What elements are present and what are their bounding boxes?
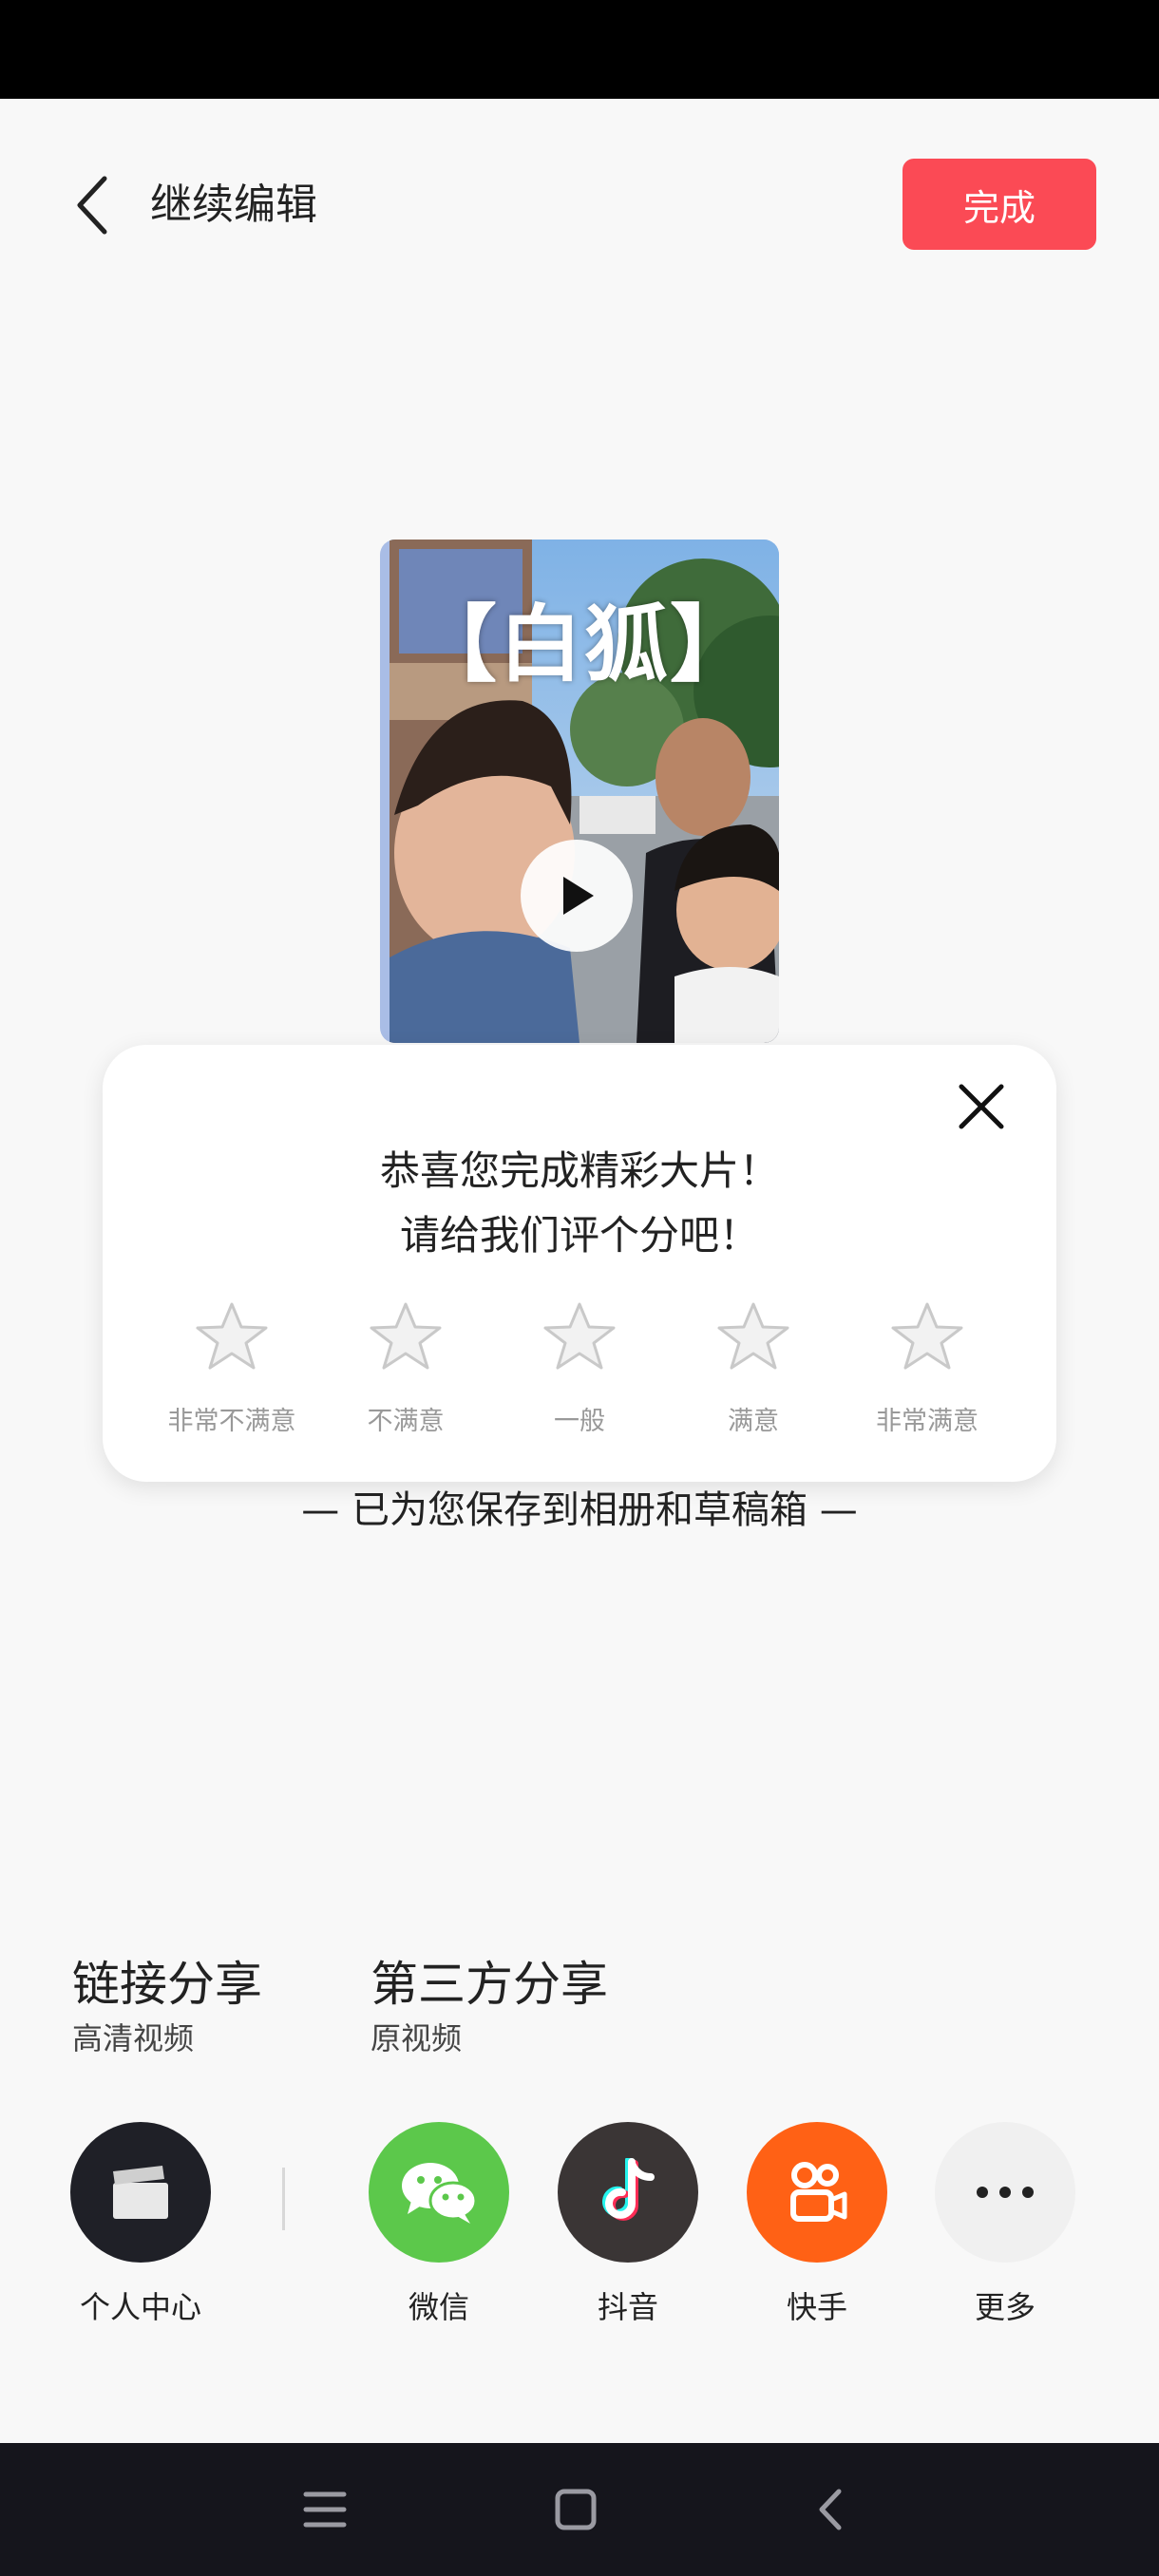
- video-thumbnail[interactable]: 【白狐】: [380, 540, 779, 1043]
- star-icon: [891, 1302, 963, 1370]
- link-share-subtitle: 高清视频: [72, 2020, 195, 2056]
- share-label-more: 更多: [974, 2289, 1036, 2325]
- back-button[interactable]: [66, 169, 120, 241]
- wechat-icon: [402, 2163, 478, 2224]
- rating-option-very-unsatisfied[interactable]: 非常不满意: [137, 1301, 327, 1437]
- share-wechat-button[interactable]: [369, 2122, 509, 2263]
- rating-option-label: 一般: [554, 1407, 605, 1436]
- rating-option-label: 满意: [728, 1407, 779, 1436]
- status-bar: [0, 0, 1159, 99]
- star-icon: [543, 1302, 616, 1370]
- video-overlay-title: 【白狐】: [412, 596, 755, 693]
- saved-message: — 已为您保存到相册和草稿箱 —: [301, 1488, 858, 1532]
- rating-option-satisfied[interactable]: 满意: [658, 1301, 848, 1437]
- share-label-kuaishou: 快手: [786, 2289, 847, 2325]
- share-kuaishou-button[interactable]: [747, 2122, 887, 2263]
- done-button[interactable]: 完成: [902, 159, 1096, 250]
- share-label-wechat: 微信: [408, 2289, 469, 2325]
- rating-option-label: 非常不满意: [167, 1407, 296, 1436]
- nav-home-button[interactable]: [545, 2479, 606, 2540]
- clapperboard-icon: [113, 2166, 168, 2219]
- play-button[interactable]: [521, 840, 633, 952]
- kuaishou-icon: [790, 2162, 847, 2222]
- chevron-left-icon: [77, 176, 107, 235]
- more-icon: [977, 2187, 1034, 2198]
- star-icon: [196, 1302, 268, 1370]
- share-more-button[interactable]: [935, 2122, 1075, 2263]
- menu-icon: [303, 2491, 347, 2528]
- rating-option-label: 不满意: [367, 1407, 445, 1436]
- rating-prompt-text: 请给我们评个分吧！: [399, 1212, 759, 1259]
- close-icon: [959, 1084, 1004, 1129]
- share-douyin-button[interactable]: [558, 2122, 698, 2263]
- back-icon: [819, 2489, 842, 2530]
- rating-congrats-text: 恭喜您完成精彩大片！: [379, 1147, 779, 1194]
- rating-option-very-satisfied[interactable]: 非常满意: [832, 1301, 1022, 1437]
- nav-menu-button[interactable]: [294, 2479, 355, 2540]
- rating-option-neutral[interactable]: 一般: [484, 1301, 674, 1437]
- rating-stars: 非常不满意 不满意 一般 满意 非常满意: [103, 1301, 1056, 1463]
- rating-option-label: 非常满意: [876, 1407, 978, 1436]
- tiktok-icon: [602, 2158, 655, 2221]
- share-divider: [282, 2168, 285, 2230]
- third-party-share-subtitle: 原视频: [370, 2020, 463, 2056]
- close-dialog-button[interactable]: [946, 1071, 1016, 1142]
- share-label-personal-center: 个人中心: [79, 2289, 201, 2325]
- nav-back-button[interactable]: [800, 2479, 861, 2540]
- play-icon: [563, 877, 594, 915]
- third-party-share-title: 第三方分享: [370, 1957, 608, 2012]
- link-share-title: 链接分享: [72, 1957, 262, 2012]
- home-icon: [555, 2489, 597, 2530]
- star-icon: [370, 1302, 442, 1370]
- share-personal-center-button[interactable]: [70, 2122, 211, 2263]
- page-title: 继续编辑: [150, 180, 317, 229]
- rating-option-unsatisfied[interactable]: 不满意: [311, 1301, 501, 1437]
- star-icon: [717, 1302, 789, 1370]
- share-label-douyin: 抖音: [597, 2289, 658, 2325]
